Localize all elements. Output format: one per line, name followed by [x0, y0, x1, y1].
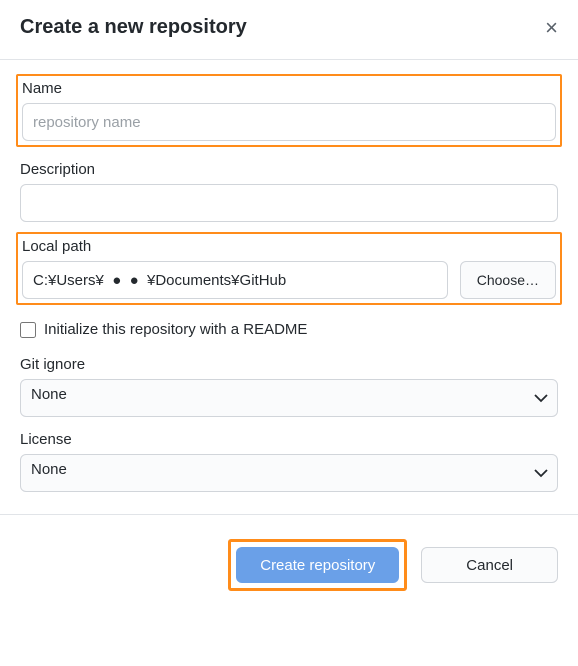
- git-ignore-field: Git ignore None: [20, 356, 558, 417]
- dialog-header: Create a new repository ×: [0, 0, 578, 60]
- license-label: License: [20, 431, 558, 448]
- local-path-input[interactable]: [22, 261, 448, 299]
- description-input[interactable]: [20, 184, 558, 222]
- close-icon[interactable]: ×: [545, 17, 558, 39]
- git-ignore-select[interactable]: None: [20, 379, 558, 417]
- description-field: Description: [20, 161, 558, 222]
- name-input[interactable]: [22, 103, 556, 141]
- name-field-highlight: Name: [16, 74, 562, 147]
- license-field: License None: [20, 431, 558, 492]
- license-select[interactable]: None: [20, 454, 558, 492]
- dialog-title: Create a new repository: [20, 16, 247, 39]
- description-label: Description: [20, 161, 558, 178]
- git-ignore-label: Git ignore: [20, 356, 558, 373]
- cancel-button[interactable]: Cancel: [421, 547, 558, 583]
- name-label: Name: [22, 80, 556, 97]
- readme-checkbox-row: Initialize this repository with a README: [20, 321, 558, 338]
- dialog-footer: Create repository Cancel: [0, 514, 578, 613]
- choose-button[interactable]: Choose…: [460, 261, 556, 299]
- create-button-highlight: Create repository: [228, 539, 407, 591]
- local-path-highlight: Local path Choose…: [16, 232, 562, 305]
- dialog-body: Name Description Local path Choose… Init…: [0, 60, 578, 514]
- readme-checkbox[interactable]: [20, 322, 36, 338]
- readme-label: Initialize this repository with a README: [44, 321, 307, 338]
- local-path-label: Local path: [22, 238, 556, 255]
- create-repository-button[interactable]: Create repository: [236, 547, 399, 583]
